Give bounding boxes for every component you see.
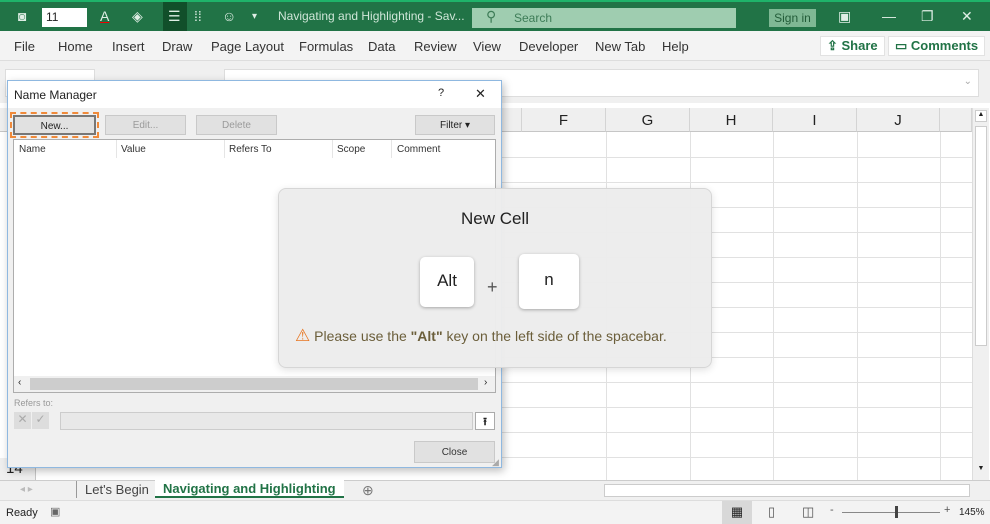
tab-help[interactable]: Help xyxy=(662,39,689,54)
zoom-out-icon[interactable]: - xyxy=(830,504,834,516)
resize-grip-icon[interactable]: ◢ xyxy=(492,457,499,468)
plus-sign: + xyxy=(487,277,498,297)
horizontal-scrollbar[interactable] xyxy=(604,484,970,497)
column-value[interactable]: Value xyxy=(121,144,146,155)
column-comment[interactable]: Comment xyxy=(397,144,440,155)
camera-icon[interactable]: ◙ xyxy=(18,8,26,24)
font-color-icon[interactable]: A xyxy=(100,8,109,24)
share-label: Share xyxy=(841,38,878,53)
tab-data[interactable]: Data xyxy=(368,39,395,54)
key-n: n xyxy=(519,254,579,309)
dialog-close-icon[interactable]: ✕ xyxy=(475,86,486,102)
zoom-slider[interactable] xyxy=(842,512,940,513)
warning-key: "Alt" xyxy=(410,328,443,344)
list-horizontal-scrollbar[interactable]: ‹ › xyxy=(14,376,495,392)
restore-icon[interactable]: ❐ xyxy=(921,8,934,25)
filter-button[interactable]: Filter ▾ xyxy=(415,115,495,135)
collapse-dialog-icon[interactable]: ⭱ xyxy=(475,412,495,430)
delete-button[interactable]: Delete xyxy=(196,115,277,135)
tab-page-layout[interactable]: Page Layout xyxy=(211,39,284,54)
minimize-icon[interactable]: — xyxy=(882,8,896,24)
warning-text-post: key on the left side of the spacebar. xyxy=(442,328,667,344)
tab-home[interactable]: Home xyxy=(58,39,93,54)
customize-toolbar-icon[interactable]: ▾ xyxy=(252,11,257,22)
column-header-j[interactable]: J xyxy=(857,108,940,132)
column-scope[interactable]: Scope xyxy=(337,144,365,155)
comments-button[interactable]: ▭ Comments xyxy=(888,36,986,56)
prev-sheet-icon[interactable]: ◂ ▸ xyxy=(20,484,33,495)
scroll-down-icon[interactable]: ▼ xyxy=(975,465,987,477)
fill-color-icon[interactable]: ◈ xyxy=(132,8,143,25)
scroll-left-icon[interactable]: ‹ xyxy=(18,377,21,388)
tab-insert[interactable]: Insert xyxy=(112,39,145,54)
column-header-i[interactable]: I xyxy=(773,108,857,132)
refers-to-label: Refers to: xyxy=(14,398,54,408)
comments-label: Comments xyxy=(910,38,979,53)
tab-draw[interactable]: Draw xyxy=(162,39,192,54)
warning-icon: ⚠ xyxy=(295,326,311,345)
page-break-view-icon[interactable]: ◫ xyxy=(802,504,814,520)
macro-record-icon[interactable]: ▣ xyxy=(50,505,60,518)
dialog-title-bar: Name Manager ? ✕ xyxy=(8,81,501,108)
edit-button[interactable]: Edit... xyxy=(105,115,186,135)
tab-review[interactable]: Review xyxy=(414,39,457,54)
status-ready: Ready xyxy=(6,507,38,519)
zoom-in-icon[interactable]: + xyxy=(944,504,950,516)
sign-in-button[interactable]: Sign in xyxy=(769,9,816,27)
column-name[interactable]: Name xyxy=(19,144,46,155)
scroll-up-icon[interactable]: ▲ xyxy=(975,110,987,122)
confirm-edit-icon[interactable]: ✓ xyxy=(32,412,49,429)
list-scroll-thumb[interactable] xyxy=(30,378,478,390)
scroll-thumb[interactable] xyxy=(975,126,987,346)
comment-icon: ▭ xyxy=(895,38,911,53)
warning-text-pre: Please use the xyxy=(314,328,411,344)
title-bar: ◙ 11 A ◈ ☰ ⁞⁞ ☺ ▾ Navigating and Highlig… xyxy=(0,0,990,31)
tab-formulas[interactable]: Formulas xyxy=(299,39,353,54)
sheet-tab-navigating[interactable]: Navigating and Highlighting xyxy=(155,480,344,498)
ribbon-display-icon[interactable]: ▣ xyxy=(838,8,851,25)
zoom-slider-thumb[interactable] xyxy=(895,506,898,518)
shortcut-hint-overlay: New Cell Alt + n ⚠ Please use the "Alt" … xyxy=(278,188,712,368)
cancel-edit-icon[interactable]: ✕ xyxy=(14,412,31,429)
add-sheet-icon[interactable]: ⊕ xyxy=(362,482,374,499)
sheet-tab-lets-begin[interactable]: Let's Begin xyxy=(76,481,157,498)
document-title: Navigating and Highlighting - Sav... xyxy=(278,9,465,23)
normal-view-icon[interactable]: ▦ xyxy=(722,501,752,524)
column-header-h[interactable]: H xyxy=(690,108,773,132)
ribbon-tabs: File Home Insert Draw Page Layout Formul… xyxy=(0,31,990,61)
column-header-k[interactable] xyxy=(940,108,972,132)
status-bar: Ready ▣ ▦ ▯ ◫ - + 145% xyxy=(0,500,990,524)
key-alt: Alt xyxy=(420,257,474,307)
column-header-f[interactable]: F xyxy=(522,108,606,132)
shortcut-title: New Cell xyxy=(460,209,530,228)
smiley-icon[interactable]: ☺ xyxy=(222,8,236,24)
scroll-right-icon[interactable]: › xyxy=(484,377,487,388)
search-input[interactable]: Search xyxy=(472,8,736,28)
column-header-g[interactable]: G xyxy=(606,108,690,132)
column-refers-to[interactable]: Refers To xyxy=(229,144,272,155)
borders-icon[interactable]: ☰ xyxy=(163,2,187,31)
dialog-title: Name Manager xyxy=(14,88,97,102)
font-size-box[interactable]: 11 xyxy=(42,8,87,27)
tab-view[interactable]: View xyxy=(473,39,501,54)
tab-file[interactable]: File xyxy=(14,39,35,54)
close-button[interactable]: Close xyxy=(414,441,495,463)
new-button[interactable]: New... xyxy=(10,112,99,138)
share-icon: ⇪ xyxy=(827,38,842,53)
warning-message: ⚠ Please use the "Alt" key on the left s… xyxy=(295,326,667,346)
page-layout-view-icon[interactable]: ▯ xyxy=(768,504,775,520)
tab-new-tab[interactable]: New Tab xyxy=(595,39,645,54)
expand-formula-icon[interactable]: ⌄ xyxy=(964,76,972,87)
close-window-icon[interactable]: ✕ xyxy=(961,8,973,25)
gridlines-icon[interactable]: ⁞⁞ xyxy=(194,8,202,24)
vertical-scrollbar[interactable]: ▲ ▼ xyxy=(972,108,989,480)
search-icon: ⚲ xyxy=(486,8,497,24)
share-button[interactable]: ⇪ Share xyxy=(820,36,885,56)
sheet-tabs-bar: ◂ ▸ Let's Begin Navigating and Highlight… xyxy=(0,480,990,500)
zoom-level[interactable]: 145% xyxy=(959,507,985,518)
tab-developer[interactable]: Developer xyxy=(519,39,578,54)
help-button[interactable]: ? xyxy=(438,87,444,99)
refers-to-input[interactable] xyxy=(60,412,473,430)
